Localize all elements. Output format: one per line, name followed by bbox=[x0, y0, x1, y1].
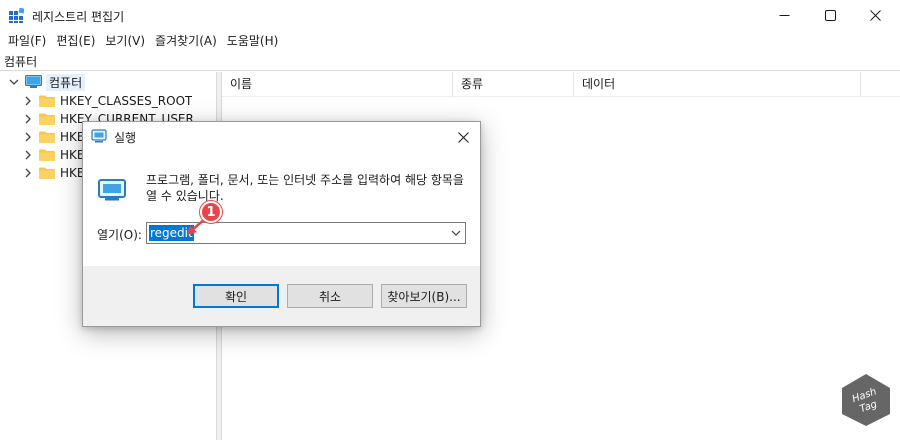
address-bar[interactable]: 컴퓨터 bbox=[0, 51, 900, 71]
open-label: 열기(O): bbox=[97, 228, 142, 242]
close-icon bbox=[869, 10, 881, 21]
minimize-button[interactable] bbox=[761, 0, 807, 31]
menu-view[interactable]: 보기(V) bbox=[100, 31, 150, 51]
folder-icon bbox=[39, 149, 55, 161]
menu-favorites[interactable]: 즐겨찾기(A) bbox=[150, 31, 222, 51]
step-marker: 1 bbox=[200, 201, 222, 223]
title-bar: 레지스트리 편집기 bbox=[0, 0, 900, 31]
hashtag-watermark-logo: Hash Tag bbox=[842, 374, 890, 426]
menu-help[interactable]: 도움말(H) bbox=[222, 31, 284, 51]
chevron-right-icon[interactable] bbox=[22, 95, 34, 107]
maximize-icon bbox=[824, 10, 836, 21]
menu-edit[interactable]: 편집(E) bbox=[51, 31, 100, 51]
tree-item-hkcc[interactable]: HKE bbox=[22, 164, 84, 182]
tree-item-hku[interactable]: HKE bbox=[22, 146, 84, 164]
list-header: 이름 종류 데이터 bbox=[222, 72, 900, 97]
browse-button[interactable]: 찾아보기(B)... bbox=[381, 284, 467, 308]
tree-item-label: HKEY_CLASSES_ROOT bbox=[60, 94, 193, 108]
tree-item-label: HKE bbox=[60, 148, 85, 162]
run-dialog-title: 실행 bbox=[114, 131, 137, 145]
menu-file[interactable]: 파일(F) bbox=[3, 31, 51, 51]
chevron-down-icon[interactable] bbox=[8, 76, 20, 88]
window-title: 레지스트리 편집기 bbox=[32, 10, 125, 24]
address-input[interactable]: 컴퓨터 bbox=[4, 53, 37, 70]
minimize-icon bbox=[779, 15, 789, 16]
tree-item-label: HKE bbox=[60, 166, 85, 180]
folder-icon bbox=[39, 131, 55, 143]
chevron-right-icon[interactable] bbox=[22, 131, 34, 143]
folder-icon bbox=[39, 95, 55, 107]
chevron-down-icon[interactable] bbox=[451, 228, 461, 238]
run-icon bbox=[91, 129, 107, 143]
run-large-icon bbox=[98, 179, 126, 201]
ok-button[interactable]: 확인 bbox=[193, 284, 279, 308]
run-dialog-description: 프로그램, 폴더, 문서, 또는 인터넷 주소를 입력하여 해당 항목을 열 수… bbox=[146, 173, 464, 203]
close-icon bbox=[457, 131, 469, 143]
run-dialog-close-button[interactable] bbox=[452, 126, 474, 148]
computer-icon bbox=[25, 75, 42, 88]
cancel-button[interactable]: 취소 bbox=[287, 284, 373, 308]
tree-item-hkcr[interactable]: HKEY_CLASSES_ROOT bbox=[22, 92, 192, 110]
chevron-right-icon[interactable] bbox=[22, 113, 34, 125]
column-header-data[interactable]: 데이터 bbox=[574, 72, 861, 97]
tree-item-hklm[interactable]: HKE bbox=[22, 128, 84, 146]
chevron-right-icon[interactable] bbox=[22, 149, 34, 161]
close-button[interactable] bbox=[852, 0, 898, 31]
run-dialog: 실행 프로그램, 폴더, 문서, 또는 인터넷 주소를 입력하여 해당 항목을 … bbox=[82, 121, 481, 327]
tree-item-label: HKE bbox=[60, 130, 85, 144]
folder-icon bbox=[39, 113, 55, 125]
tree-root-label: 컴퓨터 bbox=[46, 73, 86, 91]
run-dialog-title-bar: 실행 bbox=[83, 122, 480, 150]
folder-icon bbox=[39, 167, 55, 179]
tree-item-computer[interactable]: 컴퓨터 bbox=[8, 73, 86, 91]
chevron-right-icon[interactable] bbox=[22, 167, 34, 179]
registry-editor-icon bbox=[9, 8, 24, 23]
run-dialog-footer: 확인 취소 찾아보기(B)... bbox=[83, 266, 480, 326]
column-header-name[interactable]: 이름 bbox=[222, 72, 453, 97]
column-header-type[interactable]: 종류 bbox=[453, 72, 574, 97]
menu-bar: 파일(F) 편집(E) 보기(V) 즐겨찾기(A) 도움말(H) bbox=[0, 31, 900, 51]
maximize-button[interactable] bbox=[807, 0, 853, 31]
